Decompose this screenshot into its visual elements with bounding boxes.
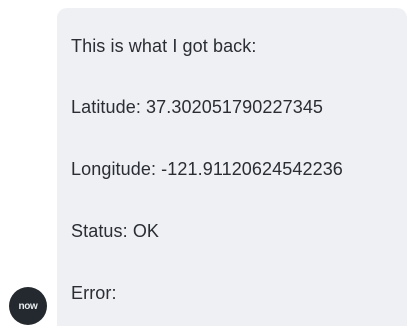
error-text: Error: <box>71 283 117 303</box>
status-text: Status: OK <box>71 221 160 241</box>
latitude-text: Latitude: 37.302051790227345 <box>71 97 324 117</box>
servicenow-logo-icon: now <box>9 287 47 325</box>
longitude-text: Longitude: -121.91120624542236 <box>71 159 343 179</box>
chat-area: This is what I got back: Latitude: 37.30… <box>0 0 418 326</box>
avatar-label: now <box>18 300 38 312</box>
message-intro: This is what I got back: <box>71 36 257 56</box>
